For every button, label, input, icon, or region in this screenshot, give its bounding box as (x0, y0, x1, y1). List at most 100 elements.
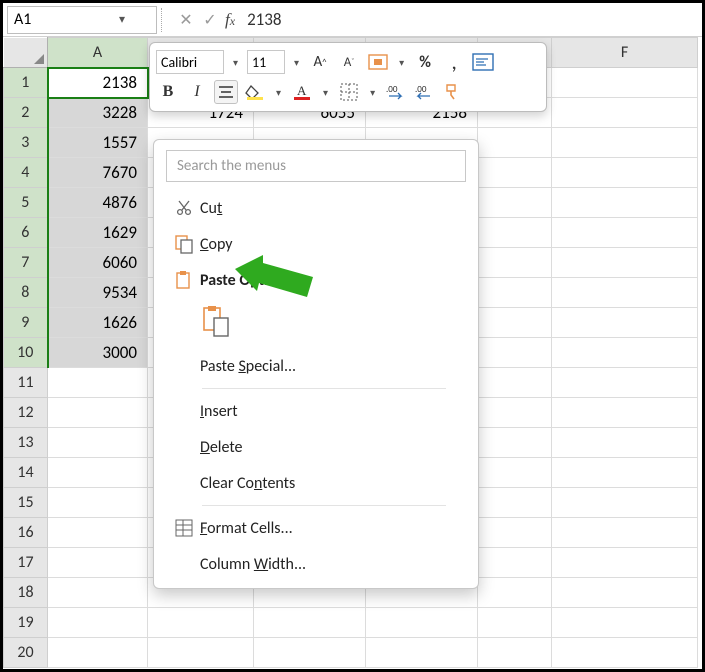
row-header[interactable]: 4 (4, 158, 48, 188)
cell[interactable] (478, 158, 552, 188)
enter-formula-icon[interactable]: ✓ (201, 10, 219, 30)
cell[interactable] (552, 518, 698, 548)
merge-center-icon[interactable] (366, 50, 390, 74)
cell[interactable] (366, 638, 478, 668)
font-size-select[interactable]: 11 (247, 50, 285, 74)
menu-cut[interactable]: Cut (154, 190, 478, 226)
cell[interactable] (552, 128, 698, 158)
row-header[interactable]: 11 (4, 368, 48, 398)
row-header[interactable]: 1 (4, 68, 48, 98)
bold-button[interactable]: B (156, 80, 180, 104)
cell[interactable] (552, 308, 698, 338)
cell[interactable] (552, 578, 698, 608)
row-header[interactable]: 7 (4, 248, 48, 278)
cell[interactable] (552, 98, 698, 128)
cell[interactable] (254, 608, 366, 638)
cell[interactable] (552, 188, 698, 218)
row-header[interactable]: 17 (4, 548, 48, 578)
menu-delete[interactable]: Delete (154, 429, 478, 465)
font-name-select[interactable]: Calibri (156, 50, 224, 74)
cell[interactable]: 6060 (48, 248, 148, 278)
fill-color-dropdown-icon[interactable]: ▾ (272, 86, 285, 99)
menu-format-cells[interactable]: Format Cells... (154, 510, 478, 546)
format-painter-icon[interactable] (442, 80, 466, 104)
row-header[interactable]: 18 (4, 578, 48, 608)
cell[interactable]: 1557 (48, 128, 148, 158)
cell[interactable] (48, 608, 148, 638)
cell[interactable]: 4876 (48, 188, 148, 218)
fill-color-icon[interactable] (243, 80, 267, 104)
decrease-decimal-icon[interactable]: .00 (413, 80, 437, 104)
cell[interactable] (552, 338, 698, 368)
paste-icon[interactable] (200, 304, 234, 343)
font-color-dropdown-icon[interactable]: ▾ (319, 86, 332, 99)
fx-icon[interactable]: fx (225, 10, 235, 30)
borders-dropdown-icon[interactable]: ▾ (366, 86, 379, 99)
cell[interactable] (478, 218, 552, 248)
row-header[interactable]: 3 (4, 128, 48, 158)
cell[interactable] (48, 368, 148, 398)
cell[interactable] (552, 368, 698, 398)
cell[interactable] (48, 548, 148, 578)
row-header[interactable]: 20 (4, 638, 48, 668)
cell[interactable] (478, 518, 552, 548)
cell[interactable] (552, 458, 698, 488)
cell[interactable] (366, 608, 478, 638)
cell[interactable] (478, 248, 552, 278)
percent-icon[interactable]: % (413, 50, 437, 74)
row-header[interactable]: 5 (4, 188, 48, 218)
cell[interactable] (148, 608, 254, 638)
cell[interactable] (48, 518, 148, 548)
row-header[interactable]: 9 (4, 308, 48, 338)
comma-icon[interactable]: , (442, 50, 466, 74)
cell[interactable] (48, 578, 148, 608)
row-header[interactable]: 2 (4, 98, 48, 128)
cell[interactable] (48, 458, 148, 488)
cell[interactable] (478, 368, 552, 398)
borders-icon[interactable] (337, 80, 361, 104)
cell[interactable] (48, 428, 148, 458)
row-header[interactable]: 8 (4, 278, 48, 308)
cell[interactable] (552, 488, 698, 518)
cell[interactable] (478, 188, 552, 218)
cell[interactable] (552, 638, 698, 668)
increase-font-icon[interactable]: A^ (308, 50, 332, 74)
cell[interactable] (552, 608, 698, 638)
wrap-text-icon[interactable] (471, 50, 495, 74)
cell[interactable] (478, 278, 552, 308)
cell[interactable]: 1626 (48, 308, 148, 338)
menu-search-input[interactable]: Search the menus (166, 150, 466, 182)
menu-clear-contents[interactable]: Clear Contents (154, 465, 478, 501)
cell[interactable] (478, 428, 552, 458)
cell[interactable] (478, 128, 552, 158)
row-header[interactable]: 10 (4, 338, 48, 368)
decrease-font-icon[interactable]: Aˇ (337, 50, 361, 74)
menu-column-width[interactable]: Column Width... (154, 546, 478, 582)
cell[interactable] (48, 638, 148, 668)
menu-insert[interactable]: Insert (154, 393, 478, 429)
cell[interactable] (552, 68, 698, 98)
cell[interactable] (552, 158, 698, 188)
row-header[interactable]: 14 (4, 458, 48, 488)
row-header[interactable]: 15 (4, 488, 48, 518)
cell[interactable] (48, 488, 148, 518)
menu-copy[interactable]: Copy (154, 226, 478, 262)
cell[interactable] (478, 578, 552, 608)
increase-decimal-icon[interactable]: .00 (384, 80, 408, 104)
cell[interactable] (478, 608, 552, 638)
cell[interactable] (48, 398, 148, 428)
col-header-f[interactable]: F (552, 38, 698, 68)
cell[interactable] (478, 638, 552, 668)
font-color-icon[interactable]: A (290, 80, 314, 104)
cell[interactable]: 1629 (48, 218, 148, 248)
cell[interactable] (552, 278, 698, 308)
cell-a1[interactable]: 2138 (48, 68, 148, 98)
cell[interactable] (552, 218, 698, 248)
name-box-dropdown[interactable]: ▾ (82, 12, 156, 27)
cell[interactable]: 3000 (48, 338, 148, 368)
italic-button[interactable]: I (185, 80, 209, 104)
font-size-dropdown-icon[interactable]: ▾ (290, 56, 303, 69)
select-all-corner[interactable] (4, 38, 48, 68)
cell[interactable]: 9534 (48, 278, 148, 308)
row-header[interactable]: 6 (4, 218, 48, 248)
